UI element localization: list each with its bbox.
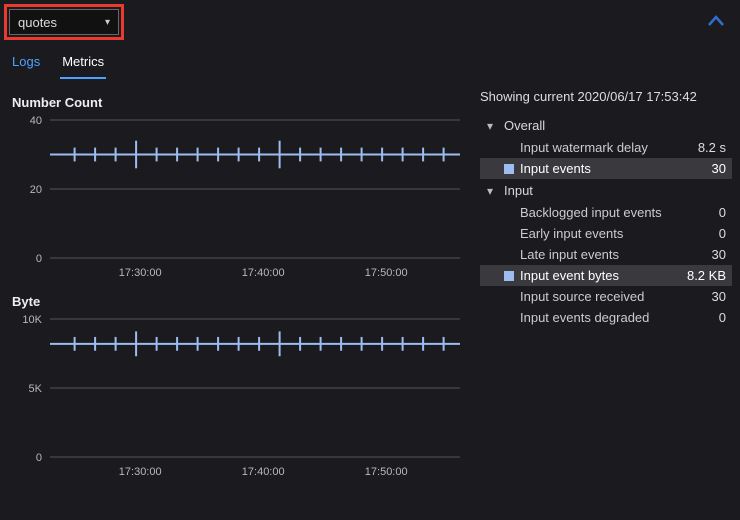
collapse-panel-icon[interactable] [698,9,734,36]
metric-name: Input events degraded [520,310,680,325]
svg-text:10K: 10K [22,314,42,326]
metric-row-input-events[interactable]: Input events 30 [480,158,732,179]
dropdown-highlight: quotes ▾ [4,4,124,40]
swatch-icon [504,143,514,153]
group-input-header[interactable]: ▾ Input [480,179,732,202]
metrics-side-panel: Showing current 2020/06/17 17:53:42 ▾ Ov… [472,89,732,520]
metric-name: Input event bytes [520,268,680,283]
group-input-label: Input [504,183,533,198]
svg-text:17:30:00: 17:30:00 [119,267,162,279]
metric-value: 8.2 KB [686,268,726,283]
svg-text:17:40:00: 17:40:00 [242,466,285,478]
metric-name: Input events [520,161,680,176]
metric-value: 30 [686,247,726,262]
metric-name: Input source received [520,289,680,304]
group-overall-header[interactable]: ▾ Overall [480,114,732,137]
showing-timestamp: Showing current 2020/06/17 17:53:42 [480,89,732,104]
chevron-down-icon: ▾ [105,17,110,28]
metric-value: 8.2 s [686,140,726,155]
swatch-icon [504,164,514,174]
metric-row-watermark-delay[interactable]: Input watermark delay 8.2 s [480,137,732,158]
svg-text:40: 40 [30,115,42,127]
svg-text:17:40:00: 17:40:00 [242,267,285,279]
metric-value: 0 [686,205,726,220]
metric-value: 0 [686,310,726,325]
metric-value: 0 [686,226,726,241]
svg-text:17:50:00: 17:50:00 [365,466,408,478]
metric-row-degraded[interactable]: Input events degraded 0 [480,307,732,328]
svg-text:17:50:00: 17:50:00 [365,267,408,279]
svg-text:0: 0 [36,452,42,464]
swatch-icon [504,208,514,218]
metric-row-backlogged[interactable]: Backlogged input events 0 [480,202,732,223]
tab-logs-label: Logs [12,54,40,69]
chart2-title: Byte [12,294,472,309]
metric-name: Backlogged input events [520,205,680,220]
tab-metrics[interactable]: Metrics [60,50,106,79]
group-overall-label: Overall [504,118,545,133]
swatch-icon [504,292,514,302]
view-tabs: Logs Metrics [0,40,740,79]
svg-text:5K: 5K [29,383,43,395]
metric-name: Late input events [520,247,680,262]
dropdown-value: quotes [18,15,57,30]
swatch-icon [504,250,514,260]
tab-logs[interactable]: Logs [10,50,42,79]
swatch-icon [504,229,514,239]
chevron-down-icon: ▾ [484,119,496,133]
chevron-down-icon: ▾ [484,184,496,198]
chart1-title: Number Count [12,95,472,110]
tab-metrics-label: Metrics [62,54,104,69]
svg-text:0: 0 [36,253,42,265]
charts-column: Number Count 0 20 40 17:30:00 17:40:00 17:50:… [8,89,472,520]
svg-text:20: 20 [30,184,42,196]
chart-byte: 0 5K 10K 17:30:00 17:40:00 17:50:00 [8,313,468,483]
metric-row-input-event-bytes[interactable]: Input event bytes 8.2 KB [480,265,732,286]
metric-name: Input watermark delay [520,140,680,155]
svg-text:17:30:00: 17:30:00 [119,466,162,478]
swatch-icon [504,313,514,323]
metric-value: 30 [686,289,726,304]
metric-row-early[interactable]: Early input events 0 [480,223,732,244]
stream-selector-dropdown[interactable]: quotes ▾ [9,9,119,35]
swatch-icon [504,271,514,281]
metric-value: 30 [686,161,726,176]
metric-name: Early input events [520,226,680,241]
metric-row-late[interactable]: Late input events 30 [480,244,732,265]
chart-number-count: 0 20 40 17:30:00 17:40:00 17:50:00 [8,114,468,284]
metric-row-source-received[interactable]: Input source received 30 [480,286,732,307]
